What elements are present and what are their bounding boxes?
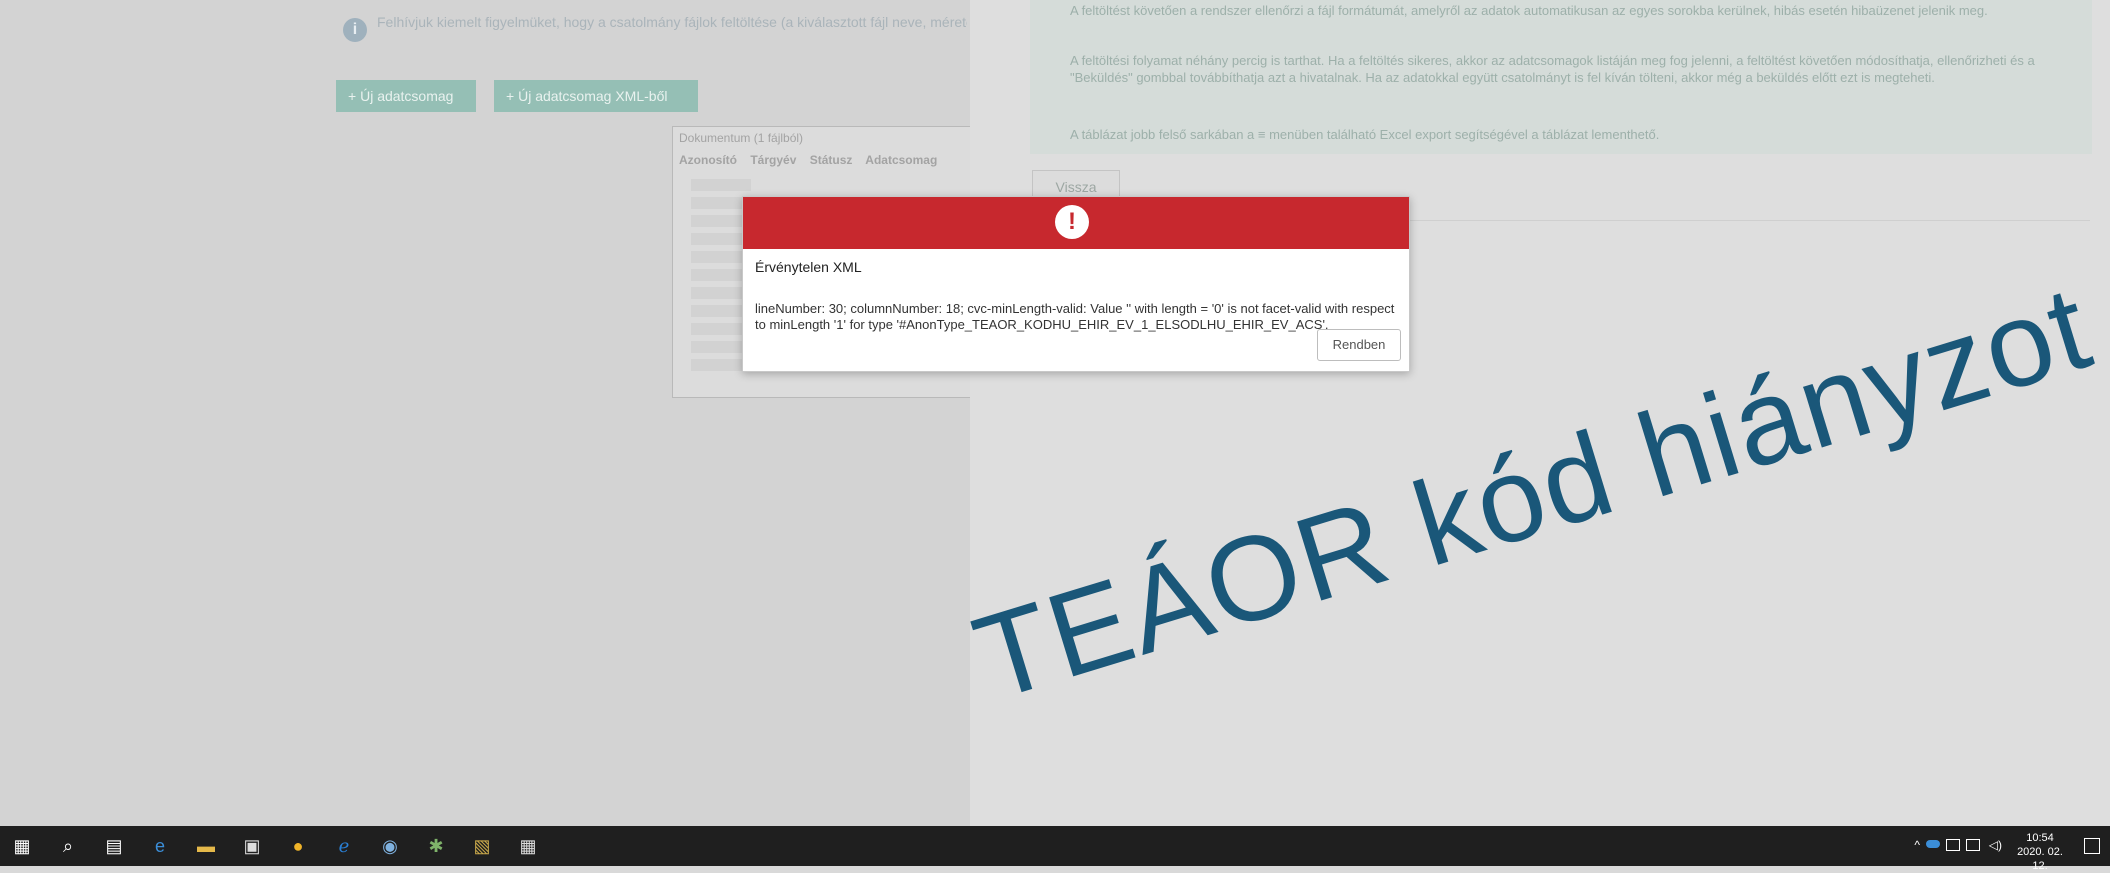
store-icon[interactable]: ▣ bbox=[240, 834, 264, 858]
plus-icon: + bbox=[506, 88, 519, 104]
teams-icon[interactable]: ✱ bbox=[424, 834, 448, 858]
info-banner: i Felhívjuk kiemelt figyelmüket, hogy a … bbox=[335, 8, 975, 58]
display-icon[interactable] bbox=[1966, 839, 1980, 851]
dialog-title: Érvénytelen XML bbox=[755, 259, 862, 275]
left-app-panel bbox=[0, 0, 970, 826]
volume-icon[interactable]: ◁) bbox=[1989, 838, 2002, 852]
table-title: Dokumentum (1 fájlból) bbox=[679, 131, 804, 145]
table-row[interactable] bbox=[691, 179, 751, 191]
new-package-from-xml-button[interactable]: + Új adatcsomag XML-ből bbox=[494, 80, 698, 112]
help-paragraph-2: A feltöltési folyamat néhány percig is t… bbox=[1070, 53, 2035, 85]
new-package-button[interactable]: + Új adatcsomag bbox=[336, 80, 476, 112]
dialog-header: ! bbox=[743, 197, 1409, 249]
dialog-message: lineNumber: 30; columnNumber: 18; cvc-mi… bbox=[755, 301, 1395, 332]
search-icon[interactable]: ⌕ bbox=[56, 834, 80, 858]
edge-icon[interactable]: e bbox=[148, 834, 172, 858]
file-explorer-icon[interactable]: ▬ bbox=[194, 834, 218, 858]
taskbar: ▦ ⌕ ▤ e ▬ ▣ ● ℯ ◉ ✱ ▧ ▦ ^ ◁) 10:54 2020.… bbox=[0, 826, 2110, 872]
tray-chevron-icon[interactable]: ^ bbox=[1914, 838, 1920, 852]
col-statusz[interactable]: Státusz bbox=[810, 153, 853, 167]
clock-time: 10:54 bbox=[2026, 832, 2054, 844]
clock[interactable]: 10:54 2020. 02. 12. bbox=[2008, 831, 2072, 873]
windows-start-icon[interactable]: ▦ bbox=[10, 834, 34, 858]
app-icon[interactable]: ◉ bbox=[378, 834, 402, 858]
info-banner-text: Felhívjuk kiemelt figyelmüket, hogy a cs… bbox=[377, 14, 967, 30]
clock-date: 2020. 02. 12. bbox=[2017, 846, 2063, 872]
app2-icon[interactable]: ▧ bbox=[470, 834, 494, 858]
notification-icon[interactable] bbox=[2084, 838, 2100, 854]
col-azonosito[interactable]: Azonosító bbox=[679, 153, 737, 167]
help-box: A feltöltést követően a rendszer ellenőr… bbox=[1030, 0, 2092, 154]
network-icon[interactable] bbox=[1946, 839, 1960, 851]
info-icon: i bbox=[343, 18, 367, 42]
help-paragraph-1: A feltöltést követően a rendszer ellenőr… bbox=[1070, 3, 1988, 18]
error-dialog: ! Érvénytelen XML lineNumber: 30; column… bbox=[742, 196, 1410, 372]
col-adatcsomag[interactable]: Adatcsomag bbox=[865, 153, 937, 167]
onedrive-icon[interactable] bbox=[1926, 840, 1940, 848]
ie-icon[interactable]: ℯ bbox=[332, 834, 356, 858]
exclamation-icon: ! bbox=[1055, 205, 1089, 239]
help-paragraph-3: A táblázat jobb felső sarkában a ≡ menüb… bbox=[1070, 127, 1660, 142]
chrome-icon[interactable]: ● bbox=[286, 834, 310, 858]
calculator-icon[interactable]: ▦ bbox=[516, 834, 540, 858]
plus-icon: + bbox=[348, 88, 361, 104]
ok-button[interactable]: Rendben bbox=[1317, 329, 1401, 361]
col-targyev[interactable]: Tárgyév bbox=[750, 153, 796, 167]
task-view-icon[interactable]: ▤ bbox=[102, 834, 126, 858]
table-header-row: Azonosító Tárgyév Státusz Adatcsomag bbox=[679, 153, 947, 167]
